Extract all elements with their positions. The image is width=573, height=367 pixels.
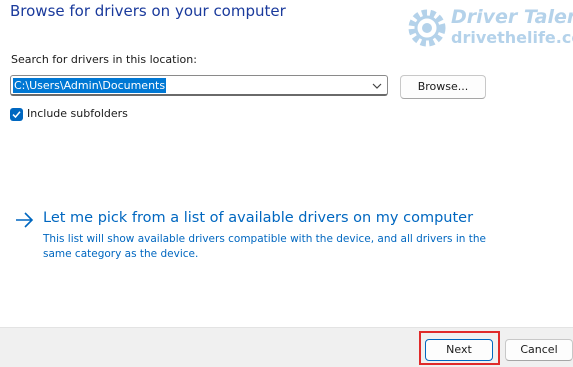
right-arrow-icon[interactable] [15, 211, 35, 229]
gear-logo-icon [408, 9, 446, 47]
watermark-url: drivethelife.com [451, 28, 573, 47]
path-input-value[interactable]: C:\Users\Admin\Documents [13, 78, 167, 93]
watermark-brand: Driver Talent [451, 6, 573, 28]
search-location-label: Search for drivers in this location: [11, 53, 197, 66]
cancel-button[interactable]: Cancel [505, 339, 573, 361]
path-combobox[interactable]: C:\Users\Admin\Documents [10, 75, 388, 96]
watermark: Driver Talent drivethelife.com [407, 4, 573, 50]
browse-drivers-page: Browse for drivers on your computer Driv… [0, 0, 573, 367]
next-button[interactable]: Next [425, 339, 493, 361]
browse-button[interactable]: Browse... [400, 75, 486, 99]
include-subfolders-checkbox[interactable] [10, 108, 23, 121]
page-title: Browse for drivers on your computer [10, 2, 286, 20]
chevron-down-icon[interactable] [370, 78, 384, 93]
checkmark-icon [12, 111, 21, 119]
pick-from-list-description: This list will show available drivers co… [43, 233, 486, 260]
dialog-footer: Next Cancel [0, 327, 573, 367]
pick-from-list-title[interactable]: Let me pick from a list of available dri… [43, 210, 473, 226]
pick-from-list-link[interactable]: Let me pick from a list of available dri… [15, 208, 555, 266]
include-subfolders-label[interactable]: Include subfolders [27, 107, 128, 120]
